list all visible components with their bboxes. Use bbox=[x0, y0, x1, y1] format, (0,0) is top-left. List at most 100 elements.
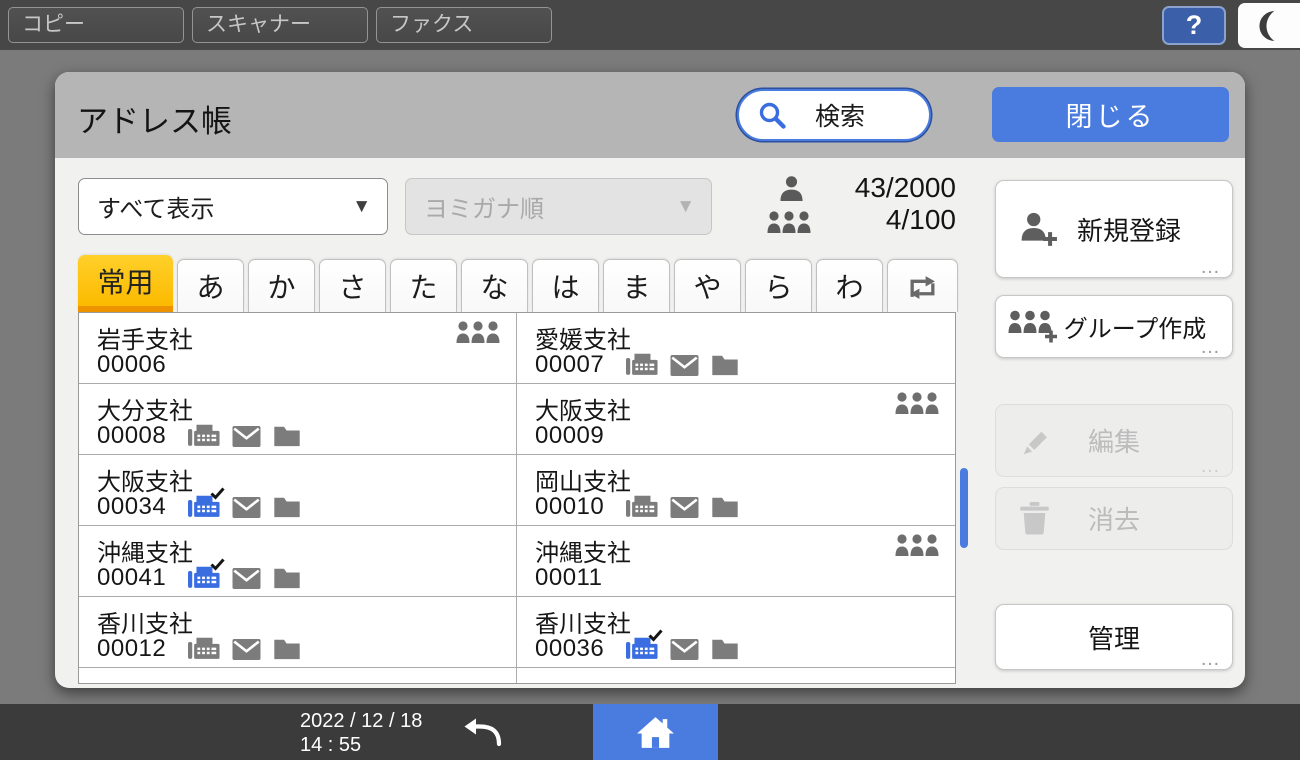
fax-check-icon bbox=[210, 487, 225, 500]
search-label: 検索 bbox=[815, 97, 865, 133]
entry-name: 大阪支社 bbox=[535, 391, 631, 426]
more-indicator: … bbox=[1200, 256, 1222, 279]
fax-check-icon bbox=[210, 558, 225, 571]
folder-icon bbox=[711, 638, 739, 660]
kana-tab-label: ま bbox=[622, 266, 650, 306]
date-label: 2022 / 12 / 18 bbox=[300, 709, 422, 733]
entry-name: 大分支社 bbox=[97, 391, 193, 426]
address-entry[interactable]: 愛媛支社 00007 bbox=[517, 313, 955, 384]
energy-saver-button[interactable] bbox=[1238, 3, 1300, 48]
address-entry[interactable]: 大分支社 00008 bbox=[79, 384, 517, 455]
contact-count: 43/2000 bbox=[755, 172, 956, 204]
function-tab[interactable]: コピー bbox=[8, 7, 184, 43]
kana-tab-label: や bbox=[693, 266, 721, 306]
kana-tab[interactable]: さ bbox=[319, 259, 386, 312]
display-filter-value: すべて表示 bbox=[97, 189, 214, 224]
kana-tab-label: た bbox=[409, 266, 437, 306]
kana-tab[interactable]: 常用 bbox=[78, 255, 173, 312]
entry-name: 沖縄支社 bbox=[535, 533, 631, 568]
entry-code: 00008 bbox=[97, 422, 166, 450]
mail-icon bbox=[232, 497, 261, 518]
help-button[interactable]: ? bbox=[1162, 6, 1226, 45]
fax-icon bbox=[626, 495, 658, 520]
address-entry[interactable]: 香川支社 00012 bbox=[79, 597, 517, 668]
function-tab[interactable]: ファクス bbox=[376, 7, 552, 43]
display-filter-dropdown[interactable]: すべて表示 ▼ bbox=[78, 178, 388, 235]
address-entry[interactable]: 沖縄支社 00011 bbox=[517, 526, 955, 597]
entry-code: 00010 bbox=[535, 493, 604, 521]
create-group-button[interactable]: グループ作成 … bbox=[995, 295, 1233, 358]
kana-tab[interactable]: ま bbox=[603, 259, 670, 312]
action-label: 消去 bbox=[996, 488, 1232, 549]
kana-tab-label: は bbox=[551, 266, 579, 306]
search-button[interactable]: 検索 bbox=[737, 89, 931, 141]
kana-tab[interactable]: あ bbox=[177, 259, 244, 312]
entry-destination-icons bbox=[188, 495, 301, 520]
address-entry[interactable]: 岩手支社 00006 bbox=[79, 313, 517, 384]
group-icon bbox=[456, 321, 500, 352]
mail-icon bbox=[232, 639, 261, 660]
fax-icon bbox=[188, 495, 220, 520]
address-entry[interactable]: 沖縄支社 00041 bbox=[79, 526, 517, 597]
address-entry[interactable]: 岡山支社 00010 bbox=[517, 455, 955, 526]
entry-code: 00006 bbox=[97, 351, 166, 379]
function-tab-label: コピー bbox=[22, 13, 85, 36]
kana-tab[interactable]: ら bbox=[745, 259, 812, 312]
entry-code: 00036 bbox=[535, 635, 604, 663]
address-entry[interactable]: 香川支社 00036 bbox=[517, 597, 955, 668]
kana-tab-label: か bbox=[267, 266, 295, 306]
scrollbar-thumb[interactable] bbox=[960, 468, 968, 548]
top-tab-bar: コピー スキャナー ファクス bbox=[8, 7, 552, 43]
action-label: 管理 bbox=[996, 605, 1232, 669]
register-button[interactable]: 新規登録 … bbox=[995, 180, 1233, 278]
kana-tab-bar: 常用 あ か さ た な は ま や ら わ bbox=[78, 255, 958, 312]
back-button[interactable] bbox=[440, 704, 530, 760]
function-tab-label: スキャナー bbox=[206, 13, 311, 36]
entry-code: 00011 bbox=[535, 564, 602, 592]
home-icon bbox=[635, 715, 676, 750]
mail-icon bbox=[670, 639, 699, 660]
mail-icon bbox=[670, 355, 699, 376]
function-tab[interactable]: スキャナー bbox=[192, 7, 368, 43]
kana-tab[interactable]: わ bbox=[816, 259, 883, 312]
folder-icon bbox=[711, 496, 739, 518]
kana-tab[interactable]: か bbox=[248, 259, 315, 312]
sort-toggle-icon bbox=[907, 272, 938, 301]
entry-name: 沖縄支社 bbox=[97, 533, 193, 568]
kana-tab-label: な bbox=[480, 266, 508, 306]
delete-button: 消去 bbox=[995, 487, 1233, 550]
more-indicator: … bbox=[1200, 336, 1222, 359]
entry-name: 岩手支社 bbox=[97, 320, 193, 355]
folder-icon bbox=[273, 567, 301, 589]
time-label: 14 : 55 bbox=[300, 733, 422, 757]
address-book-dialog: アドレス帳 検索 閉じる すべて表示 ▼ ヨミガナ順 ▼ bbox=[55, 72, 1245, 688]
manage-button[interactable]: 管理 … bbox=[995, 604, 1233, 670]
function-tab-label: ファクス bbox=[390, 13, 473, 36]
fax-check-icon bbox=[648, 629, 663, 642]
dialog-title: アドレス帳 bbox=[77, 96, 232, 141]
address-entry[interactable]: 大阪支社 00009 bbox=[517, 384, 955, 455]
entry-destination-icons bbox=[188, 566, 301, 591]
fax-icon bbox=[626, 353, 658, 378]
home-button[interactable] bbox=[593, 704, 718, 760]
address-entry[interactable]: 大阪支社 00034 bbox=[79, 455, 517, 526]
kana-tab[interactable]: や bbox=[674, 259, 741, 312]
entry-name: 香川支社 bbox=[535, 604, 631, 639]
group-count: 4/100 bbox=[755, 204, 956, 236]
entry-destination-icons bbox=[188, 424, 301, 449]
entry-name: 岡山支社 bbox=[535, 462, 631, 497]
action-label: 編集 bbox=[996, 405, 1232, 476]
kana-tab-label: あ bbox=[196, 266, 224, 306]
folder-icon bbox=[711, 354, 739, 376]
chevron-down-icon: ▼ bbox=[352, 196, 371, 218]
kana-tab[interactable]: な bbox=[461, 259, 528, 312]
fax-icon bbox=[188, 637, 220, 662]
sort-order-value: ヨミガナ順 bbox=[424, 189, 544, 224]
kana-tab-sort-toggle[interactable] bbox=[887, 259, 958, 312]
kana-tab[interactable]: は bbox=[532, 259, 599, 312]
action-panel: 新規登録 … グループ作成 … 編集 … 消去 管理 … bbox=[995, 72, 1233, 688]
back-arrow-icon bbox=[462, 714, 508, 750]
fax-icon bbox=[188, 566, 220, 591]
date-time: 2022 / 12 / 18 14 : 55 bbox=[300, 709, 422, 757]
kana-tab[interactable]: た bbox=[390, 259, 457, 312]
